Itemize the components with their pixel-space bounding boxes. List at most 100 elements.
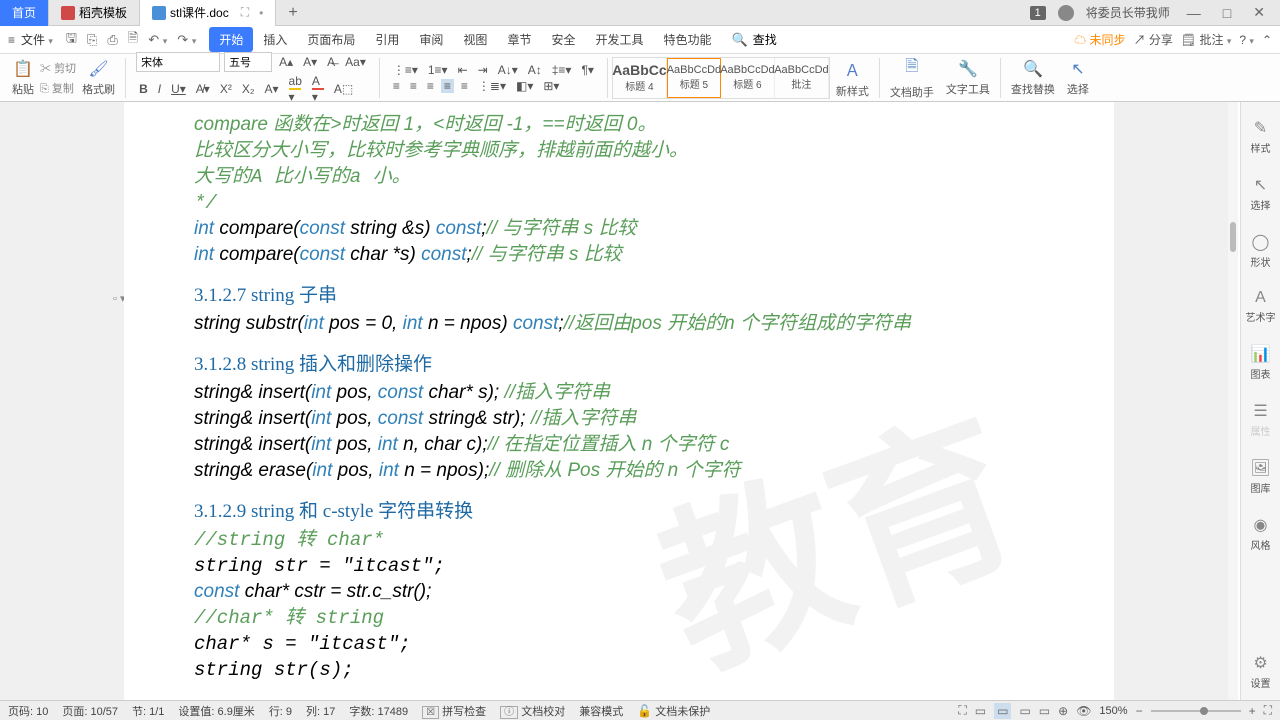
style-comment[interactable]: AaBbCcDd批注 <box>775 58 829 98</box>
tab-reference[interactable]: 引用 <box>365 27 409 52</box>
cut-button[interactable]: ✂ 剪切 <box>40 60 76 76</box>
style-gallery[interactable]: AaBbCc标题 4 AaBbCcDd标题 5 AaBbCcDd标题 6 AaB… <box>612 57 830 99</box>
view-web-icon[interactable]: ▭ <box>1019 704 1030 718</box>
clear-format-icon[interactable]: A̶ <box>324 55 338 69</box>
tab-security[interactable]: 安全 <box>541 27 585 52</box>
redo-icon[interactable]: ↷ ▾ <box>177 32 196 48</box>
view-outline-icon[interactable]: ▭ <box>994 703 1011 719</box>
tab-daoke[interactable]: 稻壳模板 <box>49 0 140 26</box>
tab-special[interactable]: 特色功能 <box>653 27 721 52</box>
zoom-out-icon[interactable]: − <box>1136 704 1143 718</box>
align-right-button[interactable]: ≡ <box>424 79 437 93</box>
rp-select[interactable]: ↖选择 <box>1251 175 1271 212</box>
avatar[interactable] <box>1058 5 1074 21</box>
font-name-select[interactable]: 宋体 <box>136 52 220 72</box>
tab-review[interactable]: 审阅 <box>409 27 453 52</box>
align-center-button[interactable]: ≡ <box>407 79 420 93</box>
style-heading6[interactable]: AaBbCcDd标题 6 <box>721 58 775 98</box>
help-icon[interactable]: ? ▾ <box>1239 33 1254 47</box>
save-icon[interactable]: 🖫 <box>66 29 77 51</box>
sb-protect[interactable]: 🔓 文档未保护 <box>637 703 710 719</box>
sb-spell[interactable]: ☒ 拼写检查 <box>422 703 486 719</box>
change-case-icon[interactable]: Aa▾ <box>342 55 369 69</box>
superscript-button[interactable]: X² <box>217 82 235 96</box>
tab-insert[interactable]: 插入 <box>253 27 297 52</box>
select-button[interactable]: ↖选择 <box>1061 57 1095 99</box>
sb-pagenum[interactable]: 页码: 10 <box>8 703 48 719</box>
strikethrough-button[interactable]: A̸▾ <box>193 82 213 96</box>
copy-button[interactable]: ⎘ 复制 <box>40 80 76 96</box>
bullet-list-button[interactable]: ⋮≡▾ <box>390 63 421 77</box>
align-left-button[interactable]: ≡ <box>390 79 403 93</box>
rp-gallery[interactable]: 🖼图库 <box>1250 458 1270 495</box>
rp-chart[interactable]: 📊图表 <box>1251 344 1271 381</box>
tab-home[interactable]: 首页 <box>0 0 49 26</box>
document-area[interactable]: ▫ ▾ 教育 compare 函数在>时返回 1，<时返回 -1，==时返回 0… <box>0 102 1238 700</box>
rp-styles[interactable]: ✎样式 <box>1251 118 1271 155</box>
scrollbar-thumb[interactable] <box>1230 222 1236 252</box>
maximize-icon[interactable]: □ <box>1218 5 1236 21</box>
rp-wordart[interactable]: A艺术字 <box>1246 289 1276 324</box>
close-icon[interactable]: ✕ <box>1248 4 1270 21</box>
number-list-button[interactable]: 1≡▾ <box>425 63 451 77</box>
zoom-slider[interactable] <box>1151 710 1241 712</box>
bold-button[interactable]: B <box>136 82 151 96</box>
search-icon[interactable]: 🔍 <box>732 32 748 48</box>
rp-props[interactable]: ☰属性 <box>1251 401 1271 438</box>
view-read-icon[interactable]: ▭ <box>1039 704 1050 718</box>
fullscreen-icon[interactable]: ⛶ <box>958 703 966 718</box>
italic-button[interactable]: I <box>155 82 164 96</box>
line-spacing-button[interactable]: ‡≡▾ <box>549 63 575 77</box>
share-button[interactable]: ↗ 分享 <box>1134 31 1173 48</box>
font-shrink-icon[interactable]: A▾ <box>300 55 320 69</box>
notification-badge[interactable]: 1 <box>1030 6 1046 20</box>
restore-icon[interactable]: ⛶ <box>241 5 249 20</box>
new-tab[interactable]: + <box>276 0 309 26</box>
view-global-icon[interactable]: ⊕ <box>1058 704 1068 718</box>
view-print-icon[interactable]: ▭ <box>975 704 986 718</box>
style-heading5[interactable]: AaBbCcDd标题 5 <box>667 58 721 98</box>
sb-page[interactable]: 页面: 10/57 <box>62 703 118 719</box>
align-justify-button[interactable]: ≡ <box>441 79 454 93</box>
collapse-ribbon-icon[interactable]: ⌃ <box>1262 33 1272 47</box>
rp-shapes[interactable]: ◯形状 <box>1251 232 1271 269</box>
eye-protect-icon[interactable]: 👁 <box>1076 704 1091 718</box>
hamburger-icon[interactable]: ≡ <box>8 33 15 47</box>
format-painter-button[interactable]: 🖌格式刷 <box>76 57 121 99</box>
underline-button[interactable]: U▾ <box>168 82 189 96</box>
highlight-button[interactable]: ab▾ <box>286 74 305 104</box>
text-direction-button[interactable]: A↓▾ <box>495 63 521 77</box>
font-color-button[interactable]: A▾ <box>309 74 327 104</box>
rp-settings[interactable]: ⚙设置 <box>1251 653 1271 690</box>
search-label[interactable]: 查找 <box>753 31 777 48</box>
text-effects-button[interactable]: A▾ <box>261 82 281 96</box>
char-shading-button[interactable]: A⬚ <box>331 82 356 96</box>
align-distribute-button[interactable]: ≡ <box>458 79 471 93</box>
print-preview-icon[interactable]: 🗎 <box>128 29 138 51</box>
multilevel-list-button[interactable]: ⋮≣▾ <box>475 79 509 93</box>
vertical-scrollbar[interactable] <box>1228 102 1238 700</box>
minimize-icon[interactable]: — <box>1182 5 1206 21</box>
file-menu[interactable]: 文件 ▾ <box>21 31 53 48</box>
tab-view[interactable]: 视图 <box>453 27 497 52</box>
text-tools-button[interactable]: 🔧文字工具 <box>940 57 996 99</box>
font-size-select[interactable]: 五号 <box>224 52 272 72</box>
rp-theme[interactable]: ◉风格 <box>1251 515 1271 552</box>
tab-chapter[interactable]: 章节 <box>497 27 541 52</box>
font-grow-icon[interactable]: A▴ <box>276 55 296 69</box>
save-as-icon[interactable]: ⎘ <box>87 32 97 48</box>
sb-words[interactable]: 字数: 17489 <box>349 703 408 719</box>
undo-icon[interactable]: ↶ ▾ <box>148 32 167 48</box>
style-heading4[interactable]: AaBbCc标题 4 <box>613 58 667 98</box>
sort-button[interactable]: A↕ <box>525 63 545 77</box>
tab-devtools[interactable]: 开发工具 <box>585 27 653 52</box>
outdent-button[interactable]: ⇤ <box>455 63 471 77</box>
zoom-in-icon[interactable]: + <box>1249 704 1256 718</box>
paste-button[interactable]: 📋粘贴 <box>6 57 40 99</box>
doc-helper-button[interactable]: 🗎文档助手 <box>884 53 940 102</box>
shading-button[interactable]: ◧▾ <box>513 79 536 93</box>
zoom-level[interactable]: 150% <box>1099 705 1127 717</box>
close-tab-icon[interactable]: • <box>259 6 263 20</box>
borders-button[interactable]: ⊞▾ <box>540 79 562 93</box>
show-marks-button[interactable]: ¶▾ <box>578 63 596 77</box>
